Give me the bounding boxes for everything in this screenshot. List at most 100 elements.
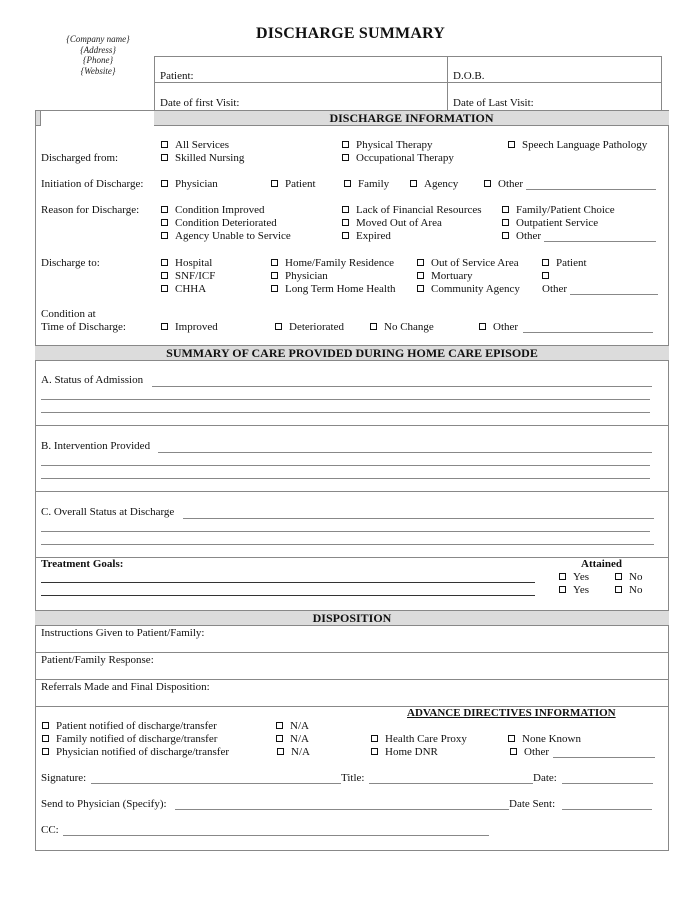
checkbox-icon[interactable] [542,272,549,279]
checkbox-icon[interactable] [161,272,168,279]
checkbox-icon[interactable] [271,285,278,292]
checkbox-moved-out[interactable]: Moved Out of Area [342,217,442,229]
checkbox-skilled-nursing[interactable]: Skilled Nursing [161,152,244,164]
intervention-line-2[interactable] [41,465,650,466]
response-field[interactable]: Patient/Family Response: [41,654,154,666]
treatment-goal-1-input[interactable] [41,582,535,583]
first-visit-field[interactable]: Date of first Visit: [160,97,240,109]
checkbox-icon[interactable] [410,180,417,187]
checkbox-icon[interactable] [342,206,349,213]
checkbox-family-notified[interactable]: Family notified of discharge/transfer [42,733,217,745]
checkbox-icon[interactable] [42,748,49,755]
checkbox-physical-therapy[interactable]: Physical Therapy [342,139,432,151]
checkbox-icon[interactable] [342,219,349,226]
send-to-physician-input[interactable] [175,809,509,810]
checkbox-cond-no-change[interactable]: No Change [370,321,434,333]
checkbox-to-patient[interactable]: Patient [542,257,587,269]
overall-status-line-3[interactable] [41,544,654,545]
status-of-admission-input[interactable] [152,386,652,387]
checkbox-icon[interactable] [417,272,424,279]
checkbox-home-dnr[interactable]: Home DNR [371,746,438,758]
checkbox-initiation-other[interactable]: Other [484,178,523,190]
checkbox-icon[interactable] [161,219,168,226]
checkbox-icon[interactable] [271,180,278,187]
checkbox-icon[interactable] [615,573,622,580]
checkbox-icon[interactable] [276,722,283,729]
checkbox-to-physician[interactable]: Physician [271,270,328,282]
checkbox-expired[interactable]: Expired [342,230,391,242]
checkbox-icon[interactable] [42,722,49,729]
checkbox-reason-other[interactable]: Other [502,230,541,242]
checkbox-icon[interactable] [161,323,168,330]
checkbox-icon[interactable] [484,180,491,187]
checkbox-icon[interactable] [161,154,168,161]
overall-status-input[interactable] [183,518,654,519]
checkbox-icon[interactable] [479,323,486,330]
checkbox-family-patient-choice[interactable]: Family/Patient Choice [502,204,615,216]
date-sent-input[interactable] [562,809,652,810]
checkbox-icon[interactable] [271,272,278,279]
checkbox-icon[interactable] [342,154,349,161]
cc-input[interactable] [63,835,489,836]
checkbox-icon[interactable] [542,259,549,266]
checkbox-initiation-family[interactable]: Family [344,178,389,190]
referrals-field[interactable]: Referrals Made and Final Disposition: [41,681,210,693]
checkbox-icon[interactable] [417,285,424,292]
checkbox-home-family-residence[interactable]: Home/Family Residence [271,257,394,269]
reason-other-input[interactable] [544,241,656,242]
goal-1-yes[interactable]: Yes [559,571,589,583]
goal-2-yes[interactable]: Yes [559,584,589,596]
checkbox-cond-improved[interactable]: Improved [161,321,218,333]
checkbox-icon[interactable] [502,206,509,213]
overall-status-line-2[interactable] [41,531,650,532]
checkbox-all-services[interactable]: All Services [161,139,229,151]
goal-2-no[interactable]: No [615,584,642,596]
checkbox-speech-language-pathology[interactable]: Speech Language Pathology [508,139,647,151]
checkbox-icon[interactable] [502,219,509,226]
cond-other-input[interactable] [523,332,653,333]
intervention-provided-input[interactable] [158,452,652,453]
instructions-field[interactable]: Instructions Given to Patient/Family: [41,627,204,639]
checkbox-patient-notified[interactable]: Patient notified of discharge/transfer [42,720,217,732]
checkbox-icon[interactable] [510,748,517,755]
checkbox-none-known[interactable]: None Known [508,733,581,745]
checkbox-icon[interactable] [417,259,424,266]
checkbox-icon[interactable] [342,141,349,148]
checkbox-to-other[interactable] [542,270,556,282]
checkbox-icon[interactable] [559,573,566,580]
date-input[interactable] [562,783,653,784]
checkbox-icon[interactable] [161,206,168,213]
status-of-admission-line-2[interactable] [41,399,650,400]
checkbox-out-of-service-area[interactable]: Out of Service Area [417,257,519,269]
checkbox-physician-na[interactable]: N/A [277,746,310,758]
checkbox-icon[interactable] [344,180,351,187]
to-other-input[interactable] [570,294,658,295]
checkbox-lack-financial[interactable]: Lack of Financial Resources [342,204,482,216]
checkbox-icon[interactable] [161,180,168,187]
dob-field[interactable]: D.O.B. [453,70,484,82]
checkbox-snf-icf[interactable]: SNF/ICF [161,270,215,282]
intervention-line-3[interactable] [41,478,650,479]
checkbox-agency-unable[interactable]: Agency Unable to Service [161,230,291,242]
checkbox-long-term-home-health[interactable]: Long Term Home Health [271,283,396,295]
checkbox-icon[interactable] [161,141,168,148]
checkbox-icon[interactable] [559,586,566,593]
checkbox-outpatient-service[interactable]: Outpatient Service [502,217,598,229]
checkbox-icon[interactable] [42,735,49,742]
checkbox-icon[interactable] [342,232,349,239]
goal-1-no[interactable]: No [615,571,642,583]
checkbox-community-agency[interactable]: Community Agency [417,283,520,295]
checkbox-physician-notified[interactable]: Physician notified of discharge/transfer [42,746,229,758]
initiation-other-input[interactable] [526,189,656,190]
patient-field[interactable]: Patient: [160,70,194,82]
checkbox-initiation-physician[interactable]: Physician [161,178,218,190]
checkbox-mortuary[interactable]: Mortuary [417,270,473,282]
checkbox-icon[interactable] [370,323,377,330]
checkbox-advance-other[interactable]: Other [510,746,549,758]
checkbox-cond-deteriorated[interactable]: Deteriorated [275,321,344,333]
checkbox-icon[interactable] [271,259,278,266]
signature-input[interactable] [91,783,341,784]
advance-other-input[interactable] [553,757,655,758]
last-visit-field[interactable]: Date of Last Visit: [453,97,534,109]
checkbox-health-care-proxy[interactable]: Health Care Proxy [371,733,467,745]
